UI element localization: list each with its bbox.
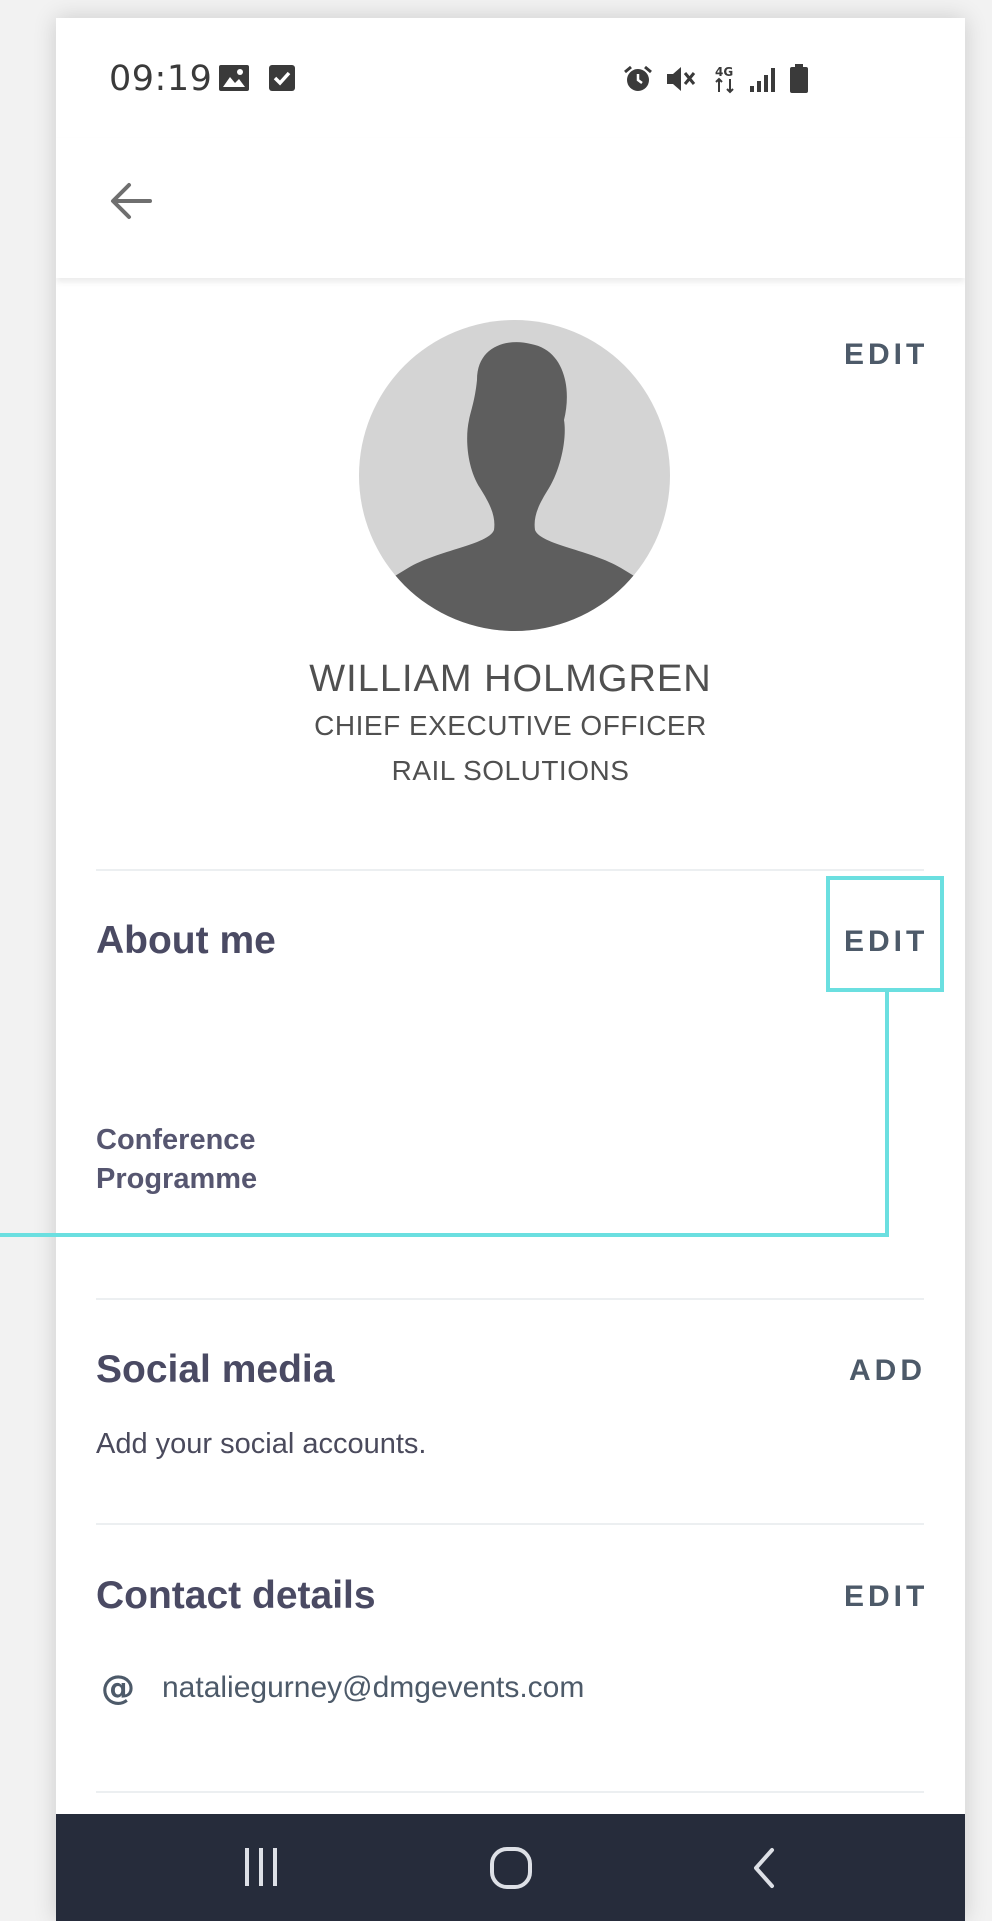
system-nav-bar <box>56 1814 965 1921</box>
social-media-title: Social media <box>96 1348 335 1391</box>
about-me-title: About me <box>96 919 276 962</box>
app-bar <box>56 138 965 278</box>
edit-profile-button[interactable]: EDIT <box>844 338 928 372</box>
conference-programme-line2: Programme <box>96 1163 258 1195</box>
profile-job-title: CHIEF EXECUTIVE OFFICER <box>314 710 707 741</box>
at-icon: @ <box>101 1668 135 1706</box>
divider <box>96 869 924 871</box>
profile-content: EDIT WILLIAM HOLMGREN CHIEF EXECUTIVE OF… <box>56 18 965 1921</box>
profile-name: WILLIAM HOLMGREN <box>309 658 712 700</box>
svg-text:@: @ <box>101 1668 135 1706</box>
recent-apps-icon <box>245 1848 277 1886</box>
home-button[interactable] <box>487 1844 535 1897</box>
contact-details-title: Contact details <box>96 1574 376 1617</box>
person-silhouette-icon <box>385 342 644 631</box>
conference-programme-line1: Conference <box>96 1124 256 1156</box>
recent-apps-button[interactable] <box>236 1844 286 1894</box>
add-social-button[interactable]: ADD <box>849 1354 926 1388</box>
edit-contact-button[interactable]: EDIT <box>844 1580 928 1614</box>
contact-email[interactable]: nataliegurney@dmgevents.com <box>162 1671 584 1705</box>
back-button[interactable] <box>96 166 166 236</box>
phone-screen: 09:19 4G EDIT WILLIAM HOLMGREN CHIEF EXE… <box>56 18 965 1921</box>
profile-company: RAIL SOLUTIONS <box>391 755 630 786</box>
divider <box>96 1523 924 1525</box>
avatar[interactable] <box>359 320 670 631</box>
home-icon <box>490 1847 532 1889</box>
divider <box>96 1298 924 1300</box>
arrow-left-icon <box>111 183 152 219</box>
social-media-subtitle: Add your social accounts. <box>96 1428 427 1460</box>
back-icon <box>754 1848 774 1888</box>
divider <box>96 1791 924 1793</box>
system-back-button[interactable] <box>744 1844 784 1897</box>
edit-about-me-button[interactable]: EDIT <box>844 925 928 959</box>
